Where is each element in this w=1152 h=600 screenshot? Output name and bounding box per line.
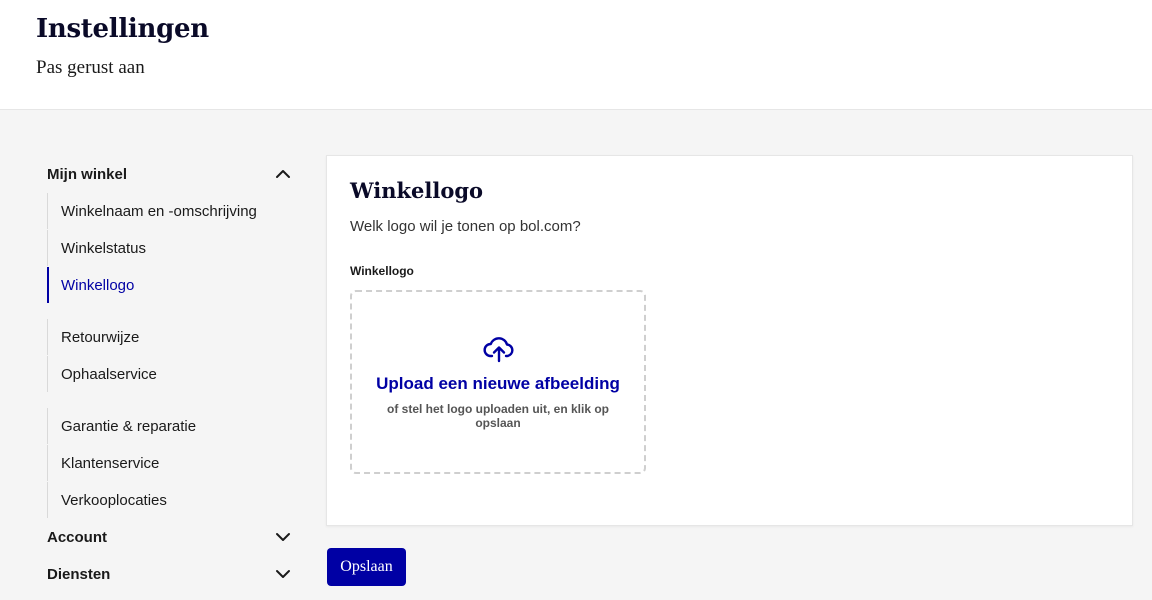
sidebar-item-label: Ophaalservice bbox=[61, 365, 157, 383]
sidebar-group-mijn-winkel[interactable]: Mijn winkel bbox=[47, 162, 292, 186]
sidebar-item-verkooplocaties[interactable]: Verkooplocaties bbox=[47, 482, 297, 518]
winkellogo-card: Winkellogo Welk logo wil je tonen op bol… bbox=[326, 155, 1133, 526]
upload-hint: of stel het logo uploaden uit, en klik o… bbox=[386, 402, 609, 430]
sidebar-item-label: Verkooplocaties bbox=[61, 491, 167, 509]
sidebar-item-label: Winkelstatus bbox=[61, 239, 147, 257]
sidebar-item-retourwijze[interactable]: Retourwijze bbox=[47, 319, 297, 355]
sidebar-item-ophaalservice[interactable]: Ophaalservice bbox=[47, 356, 297, 392]
chevron-up-icon bbox=[276, 170, 290, 178]
sidebar-group-label: Mijn winkel bbox=[47, 165, 128, 183]
upload-title: Upload een nieuwe afbeelding bbox=[376, 374, 620, 393]
page-title: Instellingen bbox=[36, 14, 209, 44]
sidebar-item-winkelnaam[interactable]: Winkelnaam en -omschrijving bbox=[47, 193, 297, 229]
sidebar-item-klantenservice[interactable]: Klantenservice bbox=[47, 445, 297, 481]
sidebar-item-winkelstatus[interactable]: Winkelstatus bbox=[47, 230, 297, 266]
field-label: Winkellogo bbox=[350, 264, 414, 278]
sidebar-item-label: Retourwijze bbox=[61, 328, 140, 346]
sidebar-item-label: Garantie & reparatie bbox=[61, 417, 197, 435]
sidebar-item-label: Winkelnaam en -omschrijving bbox=[61, 202, 257, 220]
sidebar-group-account[interactable]: Account bbox=[47, 525, 292, 549]
sidebar-item-garantie-reparatie[interactable]: Garantie & reparatie bbox=[47, 408, 297, 444]
card-description: Welk logo wil je tonen op bol.com? bbox=[350, 218, 581, 235]
logo-upload-dropzone[interactable]: Upload een nieuwe afbeelding of stel het… bbox=[350, 290, 646, 474]
save-button[interactable]: Opslaan bbox=[327, 548, 406, 586]
sidebar-group-diensten[interactable]: Diensten bbox=[47, 562, 292, 586]
page-subtitle: Pas gerust aan bbox=[36, 57, 145, 78]
chevron-down-icon bbox=[276, 570, 290, 578]
cloud-upload-icon bbox=[483, 337, 514, 363]
sidebar-item-winkellogo[interactable]: Winkellogo bbox=[47, 267, 297, 303]
sidebar-group-label: Account bbox=[47, 528, 107, 546]
card-title: Winkellogo bbox=[350, 178, 484, 203]
sidebar-item-label: Klantenservice bbox=[61, 454, 160, 472]
sidebar-item-label: Winkellogo bbox=[61, 276, 135, 294]
sidebar-group-label: Diensten bbox=[47, 565, 111, 583]
page-header: Instellingen Pas gerust aan bbox=[0, 0, 1152, 110]
chevron-down-icon bbox=[276, 533, 290, 541]
